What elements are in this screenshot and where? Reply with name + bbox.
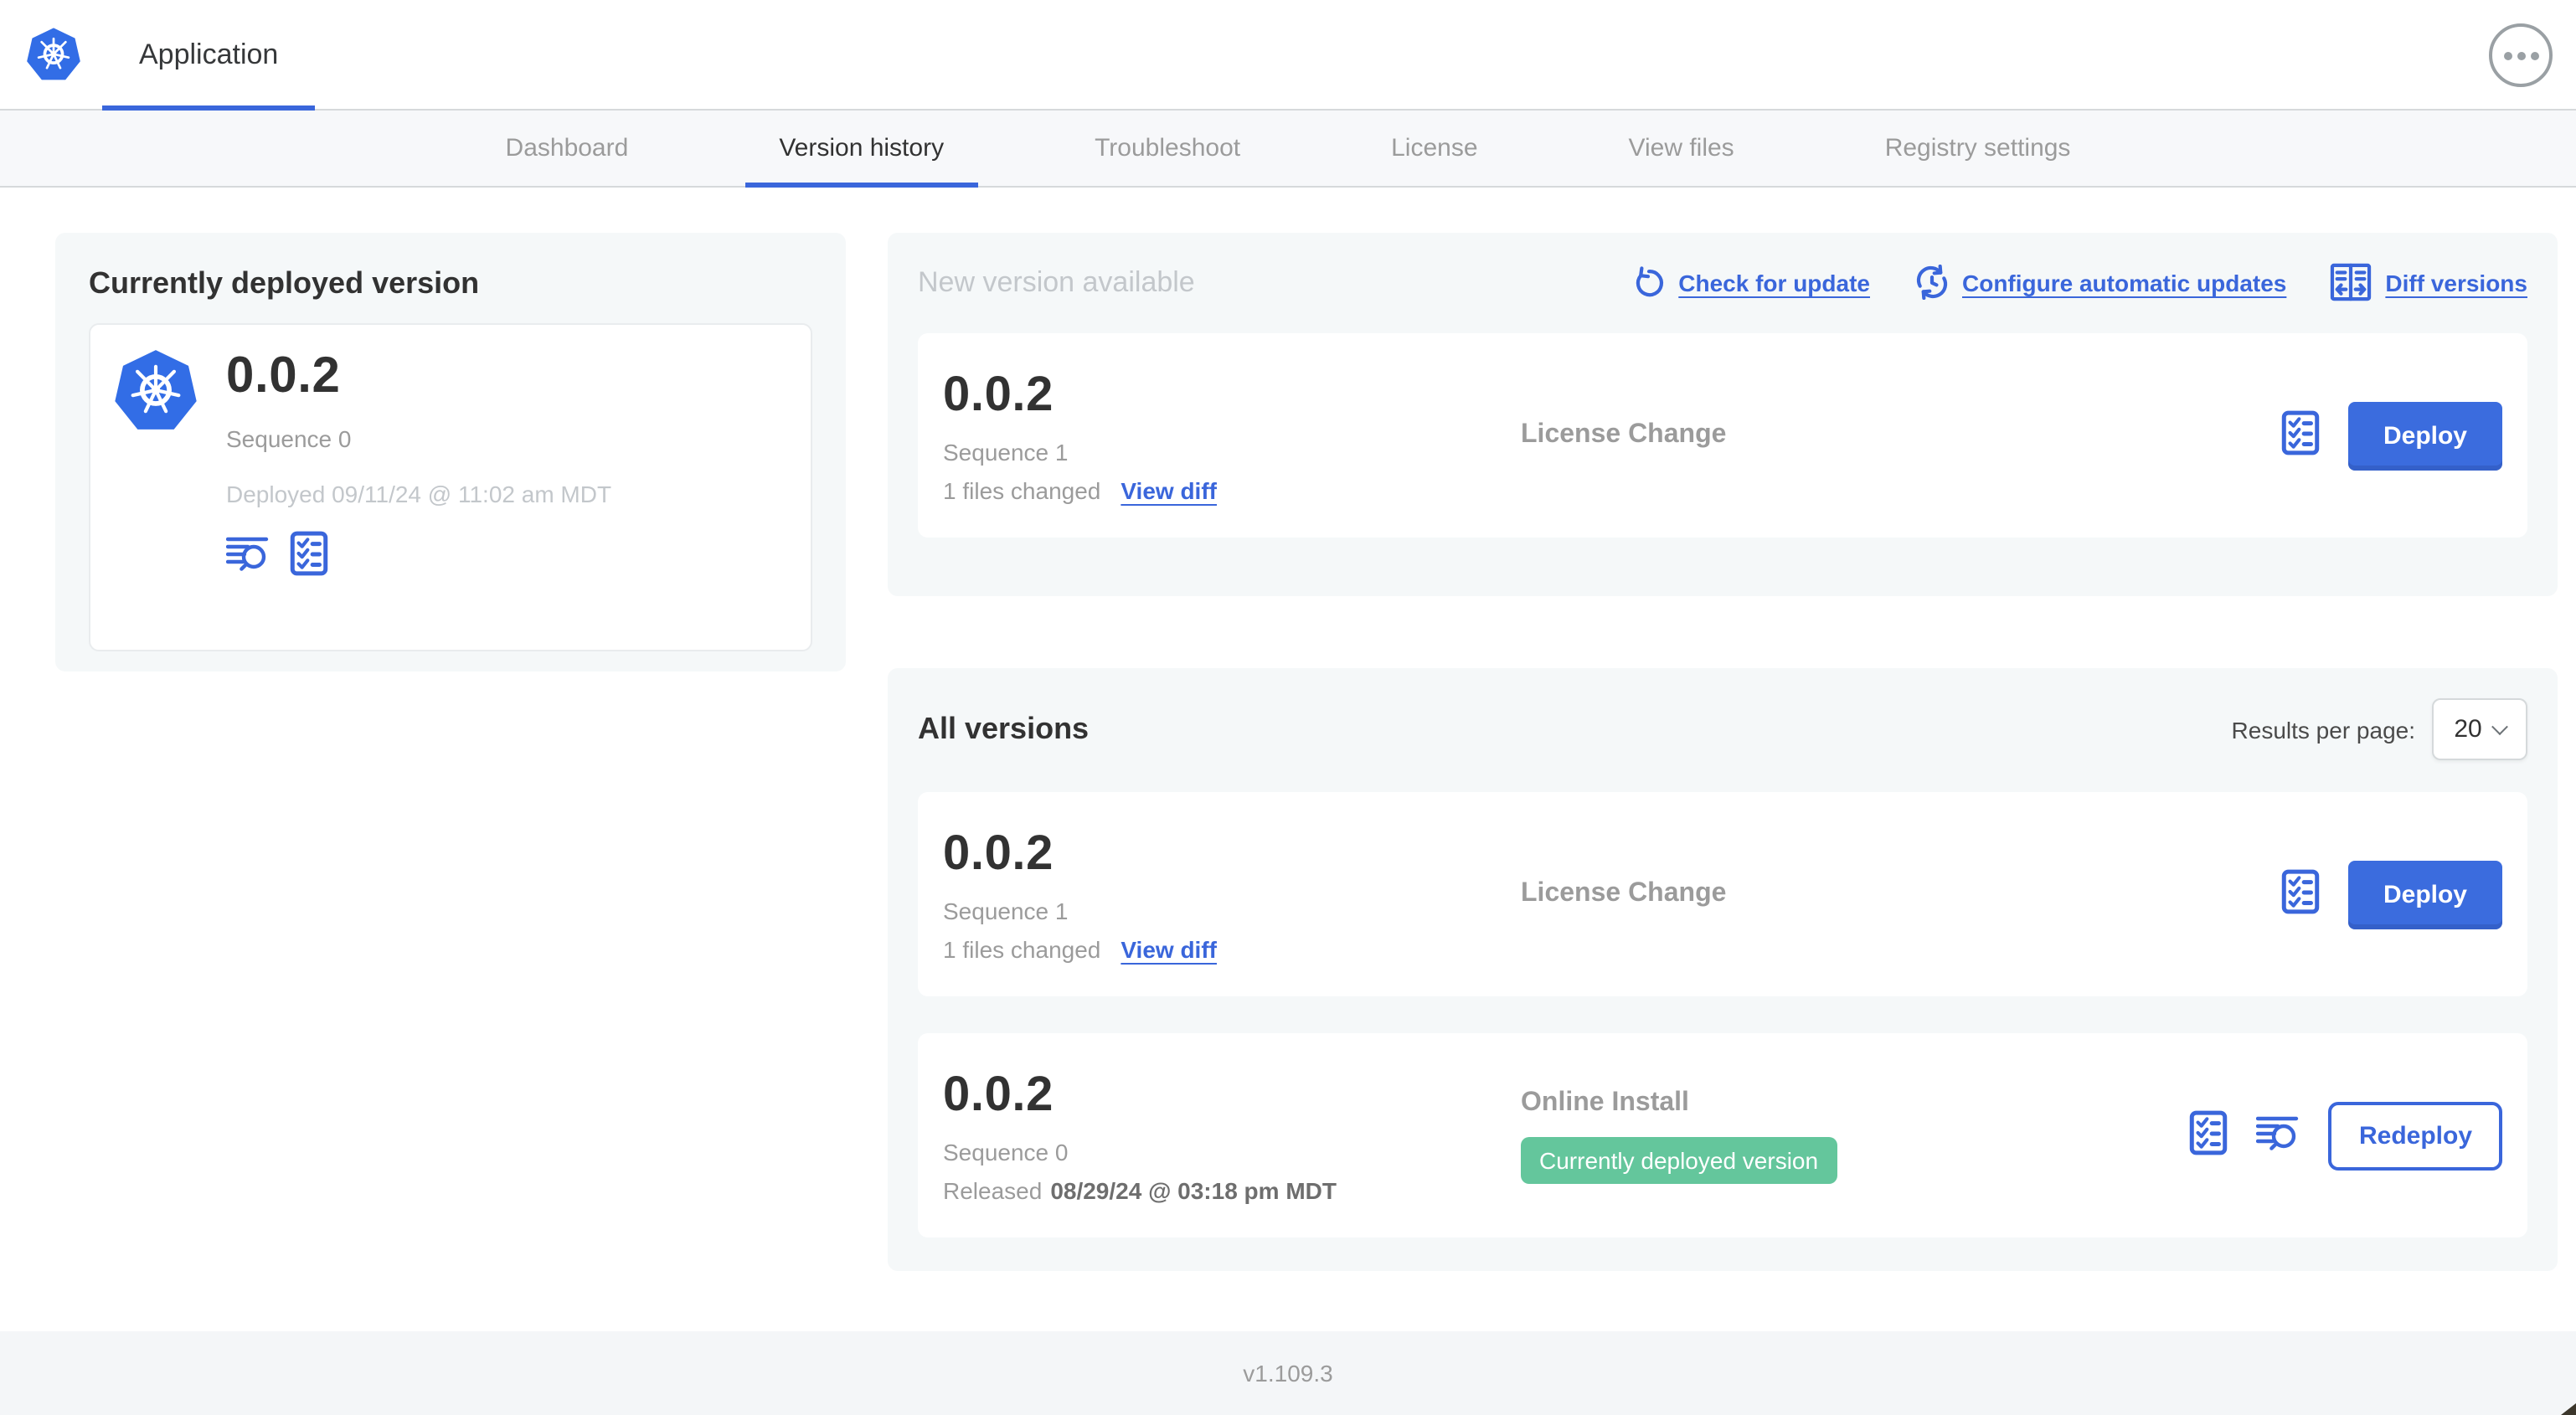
current-version-card: 0.0.2 Sequence 0 Deployed 09/11/24 @ 11:… (89, 323, 812, 651)
tab-troubleshoot[interactable]: Troubleshoot (1061, 111, 1274, 186)
version-number: 0.0.2 (943, 1068, 1054, 1122)
all-versions-panel: All versions Results per page: 20 0.0.2 … (888, 668, 2558, 1271)
refresh-icon (1631, 265, 1665, 299)
right-column: New version available Check for update C… (888, 233, 2558, 1271)
deploy-button[interactable]: Deploy (2347, 860, 2502, 929)
tab-version-history[interactable]: Version history (745, 111, 978, 188)
all-versions-title: All versions (918, 712, 1090, 745)
view-diff-link[interactable]: View diff (1121, 936, 1217, 963)
nav-tabs: Dashboard Version history Troubleshoot L… (0, 111, 2576, 188)
new-version-panel: New version available Check for update C… (888, 233, 2558, 596)
released-date: 08/29/24 @ 03:18 pm MDT (1050, 1177, 1337, 1204)
version-row: 0.0.2 Sequence 0 Released 08/29/24 @ 03:… (918, 1033, 2527, 1237)
check-for-update-link[interactable]: Check for update (1631, 265, 1870, 299)
current-version-sequence: Sequence 0 (226, 425, 352, 452)
preflight-checks-button[interactable] (290, 531, 328, 581)
preflight-checks-button[interactable] (2281, 869, 2320, 919)
view-diff-link[interactable]: View diff (1121, 477, 1217, 504)
current-version-panel: Currently deployed version 0.0.2 Sequenc… (55, 233, 846, 671)
tab-dashboard[interactable]: Dashboard (472, 111, 662, 186)
checklist-icon (2190, 1110, 2228, 1160)
tab-view-files[interactable]: View files (1595, 111, 1768, 186)
logs-icon (2256, 1114, 2300, 1156)
results-per-page-label: Results per page: (2231, 716, 2415, 743)
deploy-button[interactable]: Deploy (2347, 401, 2502, 470)
clock-refresh-icon (1914, 265, 1949, 300)
deploy-logs-button[interactable] (2256, 1114, 2300, 1156)
currently-deployed-badge: Currently deployed version (1521, 1136, 1837, 1183)
logs-icon (225, 535, 270, 577)
version-row: 0.0.2 Sequence 1 1 files changed View di… (918, 792, 2527, 996)
redeploy-button[interactable]: Redeploy (2328, 1101, 2502, 1170)
checklist-icon (2281, 869, 2320, 919)
checklist-icon (2281, 410, 2320, 461)
main-content: Currently deployed version 0.0.2 Sequenc… (0, 188, 2576, 1271)
preflight-checks-button[interactable] (2281, 410, 2320, 461)
current-version-deployed-date: Deployed 09/11/24 @ 11:02 am MDT (226, 481, 612, 507)
tab-license[interactable]: License (1358, 111, 1511, 186)
tab-registry-settings[interactable]: Registry settings (1852, 111, 2105, 186)
version-sequence: Sequence 0 (943, 1139, 1069, 1165)
configure-automatic-updates-link[interactable]: Configure automatic updates (1914, 265, 2286, 300)
app-tab-application[interactable]: Application (102, 0, 316, 111)
kubernetes-logo-icon (25, 26, 82, 83)
app-tab-label: Application (139, 38, 279, 69)
results-per-page-select[interactable]: 20 (2432, 698, 2527, 760)
files-changed: 1 files changed (943, 936, 1101, 963)
more-menu-button[interactable] (2489, 23, 2553, 87)
new-version-title: New version available (918, 265, 1195, 297)
released-label: Released (943, 1177, 1043, 1204)
brand: Application (25, 0, 316, 111)
ellipsis-icon (2503, 51, 2512, 59)
version-number: 0.0.2 (943, 368, 1054, 422)
checklist-icon (290, 531, 328, 581)
kubernetes-app-icon (112, 348, 199, 444)
version-sequence: Sequence 1 (943, 439, 1069, 466)
version-sequence: Sequence 1 (943, 898, 1069, 924)
version-source: License Change (1521, 879, 1727, 908)
app-header: Application (0, 0, 2576, 111)
deploy-logs-button[interactable] (225, 535, 270, 577)
files-changed: 1 files changed (943, 477, 1101, 504)
current-version-number: 0.0.2 (226, 348, 341, 404)
app-footer: v1.109.3 (0, 1331, 2576, 1415)
chevron-down-icon (2491, 718, 2508, 736)
diff-icon (2330, 263, 2372, 301)
kots-version: v1.109.3 (1243, 1360, 1333, 1387)
version-source: License Change (1521, 420, 1727, 449)
app-window: Application Dashboard Version history Tr… (0, 0, 2576, 1415)
new-version-card: 0.0.2 Sequence 1 1 files changed View di… (918, 333, 2527, 538)
current-version-title: Currently deployed version (89, 266, 480, 300)
version-source: Online Install (1521, 1088, 1689, 1116)
preflight-checks-button[interactable] (2190, 1110, 2228, 1160)
version-number: 0.0.2 (943, 827, 1054, 881)
diff-versions-link[interactable]: Diff versions (2330, 263, 2527, 301)
